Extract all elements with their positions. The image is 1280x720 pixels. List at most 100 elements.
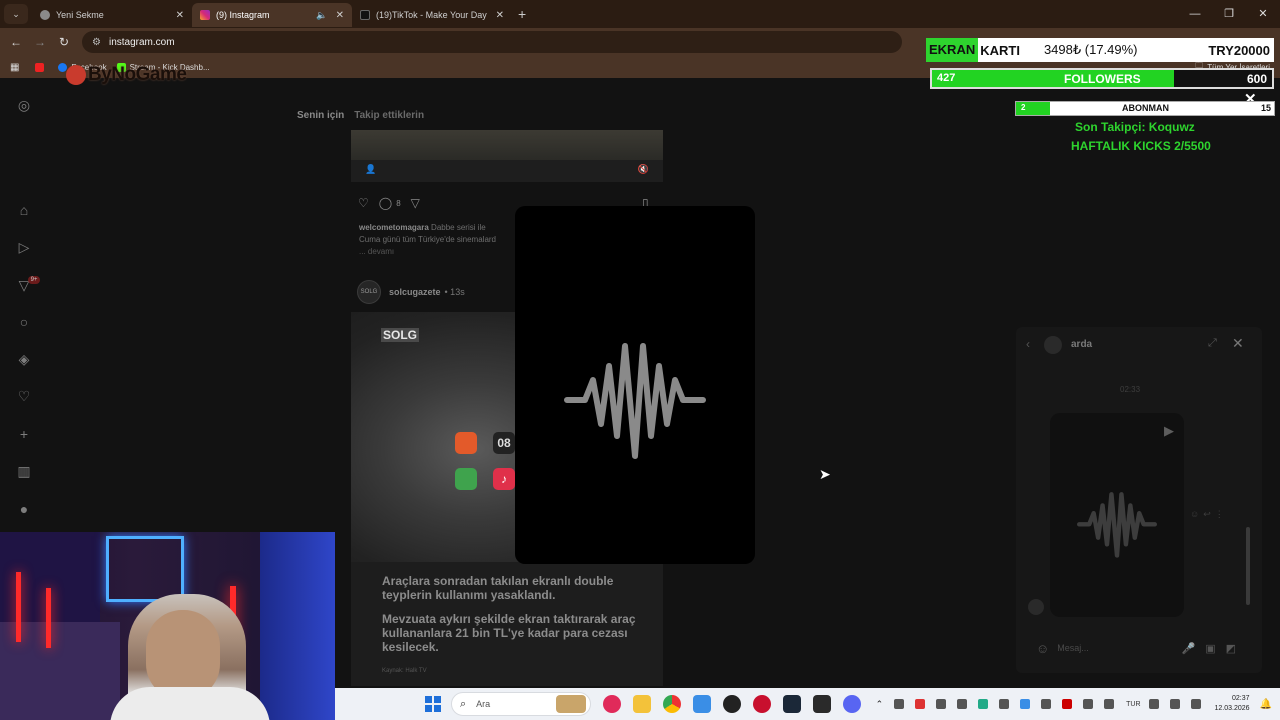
discord-icon[interactable] xyxy=(843,695,861,713)
tray-icon[interactable] xyxy=(936,699,947,709)
stream-logo-text: ByNoGame xyxy=(88,64,187,85)
dm-contact-name[interactable]: arda xyxy=(1071,339,1092,350)
post-media-controls: 👤 🔇 xyxy=(351,160,663,182)
play-icon[interactable]: ▶ xyxy=(1164,423,1174,439)
chrome-icon[interactable] xyxy=(663,695,681,713)
mute-icon[interactable]: 🔇 xyxy=(638,164,649,175)
goal-target: TRY20000 xyxy=(1208,42,1270,58)
battery-icon[interactable] xyxy=(1190,699,1201,709)
tab-new[interactable]: Yeni Sekme ✕ xyxy=(32,3,192,27)
caption-username[interactable]: welcometomagara xyxy=(359,223,429,232)
more-link[interactable]: ... devamı xyxy=(359,247,394,256)
maximize-icon[interactable]: ❐ xyxy=(1212,0,1246,28)
heart-icon[interactable]: ♡ xyxy=(15,387,33,405)
close-icon[interactable]: ✕ xyxy=(496,10,504,21)
subs-label: ABONMAN xyxy=(1122,103,1169,113)
app-icon[interactable] xyxy=(693,695,711,713)
search-highlight-icon xyxy=(556,695,586,713)
avatar[interactable] xyxy=(1044,336,1062,354)
message-actions[interactable]: ☺↩⋮ xyxy=(1190,509,1228,520)
home-icon[interactable]: ⌂ xyxy=(15,201,33,219)
clock-time: 02:37 xyxy=(1232,695,1250,702)
dashboard-icon[interactable]: ▥ xyxy=(15,462,33,480)
volume-icon[interactable] xyxy=(1169,699,1180,709)
forward-icon[interactable]: → xyxy=(28,35,52,49)
post-author: SOLG solcugazete • 13s xyxy=(357,280,465,304)
file-explorer-icon[interactable] xyxy=(633,695,651,713)
clock[interactable]: 02:37 12.03.2026 xyxy=(1215,694,1250,714)
tray-icon[interactable] xyxy=(915,699,926,709)
search-icon[interactable]: ○ xyxy=(15,313,33,331)
tab-label: (9) Instagram xyxy=(216,10,270,20)
input-actions[interactable]: 🎤▣◩ xyxy=(1182,642,1246,655)
scrollbar[interactable] xyxy=(1246,527,1250,605)
taskbar-search[interactable]: ⌕ Ara xyxy=(451,692,591,716)
stream-logo: ByNoGame xyxy=(66,64,187,86)
url-field[interactable]: ⚙ instagram.com xyxy=(82,31,902,53)
back-icon[interactable]: ← xyxy=(4,35,28,49)
close-icon[interactable]: ✕ xyxy=(336,10,344,21)
post-actions: ♡ ◯ 8 ▽ xyxy=(358,196,420,210)
tab-search-button[interactable]: ⌄ xyxy=(4,4,28,24)
message-input[interactable]: ☺ Mesaj... 🎤▣◩ xyxy=(1036,636,1246,660)
apps-icon[interactable]: ▦ xyxy=(10,62,19,73)
back-icon[interactable]: ‹ xyxy=(1026,337,1030,351)
tray-icon[interactable] xyxy=(978,699,989,709)
media-app-icon[interactable] xyxy=(603,695,621,713)
cam-red-light xyxy=(16,572,21,642)
followers-target: 600 xyxy=(1246,72,1267,86)
tray-icon[interactable] xyxy=(1020,699,1031,709)
share-icon[interactable]: ▽ xyxy=(411,196,420,210)
comment-icon[interactable]: ◯ xyxy=(379,196,392,210)
reload-icon[interactable]: ↻ xyxy=(52,35,76,49)
site-info-icon[interactable]: ⚙ xyxy=(92,37,101,48)
chevron-up-icon[interactable]: ⌃ xyxy=(876,699,884,710)
dm-video-message[interactable]: ▶ xyxy=(1050,413,1184,617)
app-icon[interactable] xyxy=(753,695,771,713)
tray-icon[interactable] xyxy=(999,699,1010,709)
microphone-icon[interactable] xyxy=(1104,699,1115,709)
profile-avatar[interactable]: ● xyxy=(15,500,33,518)
globe-icon xyxy=(40,10,50,20)
app-icon[interactable] xyxy=(723,695,741,713)
tray-icon[interactable] xyxy=(1041,699,1052,709)
tab-following[interactable]: Takip ettiklerin xyxy=(354,110,424,121)
explore-icon[interactable]: ◈ xyxy=(15,350,33,368)
tray-icon[interactable] xyxy=(894,699,905,709)
steam-icon[interactable] xyxy=(783,695,801,713)
user-tag-icon[interactable]: 👤 xyxy=(365,164,376,175)
tab-for-you[interactable]: Senin için xyxy=(297,110,344,121)
tray-icon[interactable] xyxy=(1083,699,1094,709)
windows-start-icon[interactable] xyxy=(425,696,441,712)
close-window-icon[interactable]: ✕ xyxy=(1246,0,1280,28)
epic-games-icon[interactable] xyxy=(813,695,831,713)
like-icon[interactable]: ♡ xyxy=(358,196,369,210)
close-icon[interactable]: ✕ xyxy=(176,10,184,21)
create-icon[interactable]: + xyxy=(15,425,33,443)
post-media[interactable]: 👤 🔇 xyxy=(351,130,663,182)
caption-text: Dabbe serisi ile xyxy=(431,223,486,232)
close-icon[interactable]: ✕ xyxy=(1232,335,1244,352)
avatar[interactable]: SOLG xyxy=(357,280,381,304)
emoji-icon[interactable]: ☺ xyxy=(1036,641,1049,656)
tab-tiktok[interactable]: (19)TikTok - Make Your Day ✕ xyxy=(352,3,512,27)
network-icon[interactable] xyxy=(1148,699,1159,709)
input-language[interactable]: TUR xyxy=(1126,701,1140,708)
minimize-icon[interactable]: — xyxy=(1178,0,1212,28)
post-username[interactable]: solcugazete xyxy=(389,287,441,297)
new-tab-button[interactable]: + xyxy=(518,6,526,22)
system-tray: ⌃ TUR 02:37 12.03.2026 🔔 xyxy=(876,688,1272,720)
tray-icon[interactable] xyxy=(957,699,968,709)
youtube-icon xyxy=(35,62,45,72)
subs-goal-bar: 2 ABONMAN 15 xyxy=(1015,101,1275,116)
tray-icon[interactable] xyxy=(1062,699,1073,709)
expand-icon[interactable]: ⤢ xyxy=(1208,337,1217,350)
bookmark-youtube[interactable] xyxy=(35,62,48,72)
followers-label: FOLLOWERS xyxy=(1064,72,1141,86)
reels-icon[interactable]: ▷ xyxy=(15,238,33,256)
tab-instagram[interactable]: (9) Instagram 🔈 ✕ xyxy=(192,3,352,27)
reel-loading-modal[interactable] xyxy=(515,206,755,564)
instagram-logo-icon[interactable]: ◎ xyxy=(15,96,33,114)
speaker-icon[interactable]: 🔈 xyxy=(316,10,327,21)
notifications-icon[interactable]: 🔔 xyxy=(1260,699,1272,710)
